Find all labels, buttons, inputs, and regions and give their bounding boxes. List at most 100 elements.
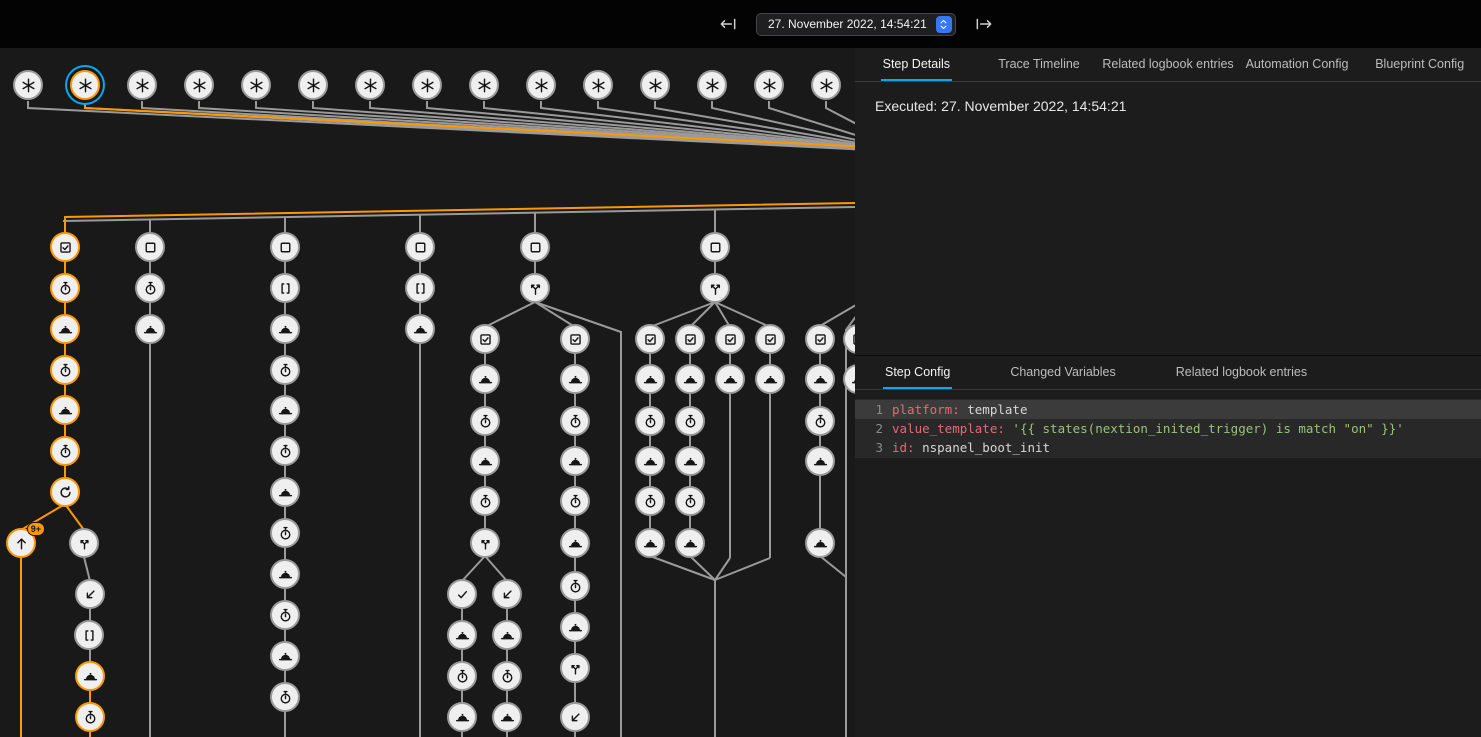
trigger-node[interactable] bbox=[754, 70, 784, 100]
trigger-node[interactable] bbox=[298, 70, 328, 100]
delay-node[interactable] bbox=[270, 355, 300, 385]
check-node[interactable] bbox=[447, 579, 477, 609]
delay-node[interactable] bbox=[270, 600, 300, 630]
action-node[interactable] bbox=[520, 232, 550, 262]
delay-node[interactable] bbox=[50, 273, 80, 303]
service-node[interactable] bbox=[75, 661, 105, 691]
split-node[interactable] bbox=[470, 528, 500, 558]
delay-node[interactable] bbox=[135, 273, 165, 303]
tab-automation-config[interactable]: Automation Config bbox=[1236, 48, 1359, 81]
service-node[interactable] bbox=[50, 395, 80, 425]
delay-node[interactable] bbox=[560, 571, 590, 601]
service-node[interactable] bbox=[755, 364, 785, 394]
service-node[interactable] bbox=[270, 395, 300, 425]
service-node[interactable] bbox=[270, 641, 300, 671]
previous-trace-button[interactable] bbox=[716, 12, 740, 36]
trace-select[interactable]: 27. November 2022, 14:54:21 bbox=[756, 13, 956, 36]
tab-changed-variables[interactable]: Changed Variables bbox=[980, 356, 1145, 389]
up-node[interactable]: 9+ bbox=[6, 528, 36, 558]
service-node[interactable] bbox=[50, 314, 80, 344]
delay-node[interactable] bbox=[447, 661, 477, 691]
enter-node[interactable] bbox=[75, 579, 105, 609]
tab-related-logbook-entries[interactable]: Related logbook entries bbox=[1146, 356, 1337, 389]
trigger-node[interactable] bbox=[412, 70, 442, 100]
action-node[interactable] bbox=[135, 232, 165, 262]
split-node[interactable] bbox=[69, 528, 99, 558]
service-node[interactable] bbox=[715, 364, 745, 394]
delay-node[interactable] bbox=[805, 406, 835, 436]
tab-blueprint-config[interactable]: Blueprint Config bbox=[1358, 48, 1481, 81]
service-node[interactable] bbox=[635, 528, 665, 558]
service-node[interactable] bbox=[492, 620, 522, 650]
delay-node[interactable] bbox=[75, 702, 105, 732]
condition-node[interactable] bbox=[560, 324, 590, 354]
trigger-node[interactable] bbox=[70, 70, 100, 100]
trigger-node[interactable] bbox=[811, 70, 841, 100]
template-node[interactable] bbox=[405, 273, 435, 303]
delay-node[interactable] bbox=[270, 518, 300, 548]
next-trace-button[interactable] bbox=[972, 12, 996, 36]
service-node[interactable] bbox=[805, 364, 835, 394]
trigger-node[interactable] bbox=[127, 70, 157, 100]
service-node[interactable] bbox=[675, 446, 705, 476]
trigger-node[interactable] bbox=[583, 70, 613, 100]
condition-node[interactable] bbox=[805, 324, 835, 354]
split-node[interactable] bbox=[560, 653, 590, 683]
service-node[interactable] bbox=[270, 314, 300, 344]
trigger-node[interactable] bbox=[469, 70, 499, 100]
trigger-node[interactable] bbox=[355, 70, 385, 100]
delay-node[interactable] bbox=[270, 682, 300, 712]
action-node[interactable] bbox=[700, 232, 730, 262]
template-node[interactable] bbox=[270, 273, 300, 303]
service-node[interactable] bbox=[560, 612, 590, 642]
trigger-node[interactable] bbox=[13, 70, 43, 100]
delay-node[interactable] bbox=[560, 406, 590, 436]
service-node[interactable] bbox=[405, 314, 435, 344]
delay-node[interactable] bbox=[470, 486, 500, 516]
service-node[interactable] bbox=[560, 446, 590, 476]
trigger-node[interactable] bbox=[241, 70, 271, 100]
tab-trace-timeline[interactable]: Trace Timeline bbox=[978, 48, 1101, 81]
service-node[interactable] bbox=[805, 528, 835, 558]
service-node[interactable] bbox=[635, 364, 665, 394]
service-node[interactable] bbox=[675, 528, 705, 558]
delay-node[interactable] bbox=[470, 406, 500, 436]
service-node[interactable] bbox=[270, 559, 300, 589]
delay-node[interactable] bbox=[635, 406, 665, 436]
condition-node[interactable] bbox=[675, 324, 705, 354]
tab-step-details[interactable]: Step Details bbox=[855, 48, 978, 81]
delay-node[interactable] bbox=[560, 486, 590, 516]
condition-node[interactable] bbox=[50, 232, 80, 262]
template-node[interactable] bbox=[74, 620, 104, 650]
delay-node[interactable] bbox=[492, 661, 522, 691]
condition-node[interactable] bbox=[635, 324, 665, 354]
tab-related-logbook-entries[interactable]: Related logbook entries bbox=[1100, 48, 1235, 81]
trigger-node[interactable] bbox=[184, 70, 214, 100]
repeat-node[interactable] bbox=[50, 477, 80, 507]
trigger-node[interactable] bbox=[640, 70, 670, 100]
delay-node[interactable] bbox=[270, 436, 300, 466]
service-node[interactable] bbox=[470, 364, 500, 394]
enter-node[interactable] bbox=[492, 579, 522, 609]
trigger-node[interactable] bbox=[697, 70, 727, 100]
service-node[interactable] bbox=[635, 446, 665, 476]
delay-node[interactable] bbox=[675, 406, 705, 436]
service-node[interactable] bbox=[675, 364, 705, 394]
action-node[interactable] bbox=[270, 232, 300, 262]
service-node[interactable] bbox=[470, 446, 500, 476]
service-node[interactable] bbox=[560, 364, 590, 394]
delay-node[interactable] bbox=[50, 355, 80, 385]
service-node[interactable] bbox=[135, 314, 165, 344]
condition-node[interactable] bbox=[755, 324, 785, 354]
condition-node[interactable] bbox=[715, 324, 745, 354]
delay-node[interactable] bbox=[675, 486, 705, 516]
delay-node[interactable] bbox=[50, 436, 80, 466]
service-node[interactable] bbox=[447, 620, 477, 650]
action-node[interactable] bbox=[405, 232, 435, 262]
service-node[interactable] bbox=[447, 702, 477, 732]
service-node[interactable] bbox=[560, 528, 590, 558]
delay-node[interactable] bbox=[635, 486, 665, 516]
service-node[interactable] bbox=[270, 477, 300, 507]
enter-node[interactable] bbox=[560, 702, 590, 732]
tab-step-config[interactable]: Step Config bbox=[855, 356, 980, 389]
